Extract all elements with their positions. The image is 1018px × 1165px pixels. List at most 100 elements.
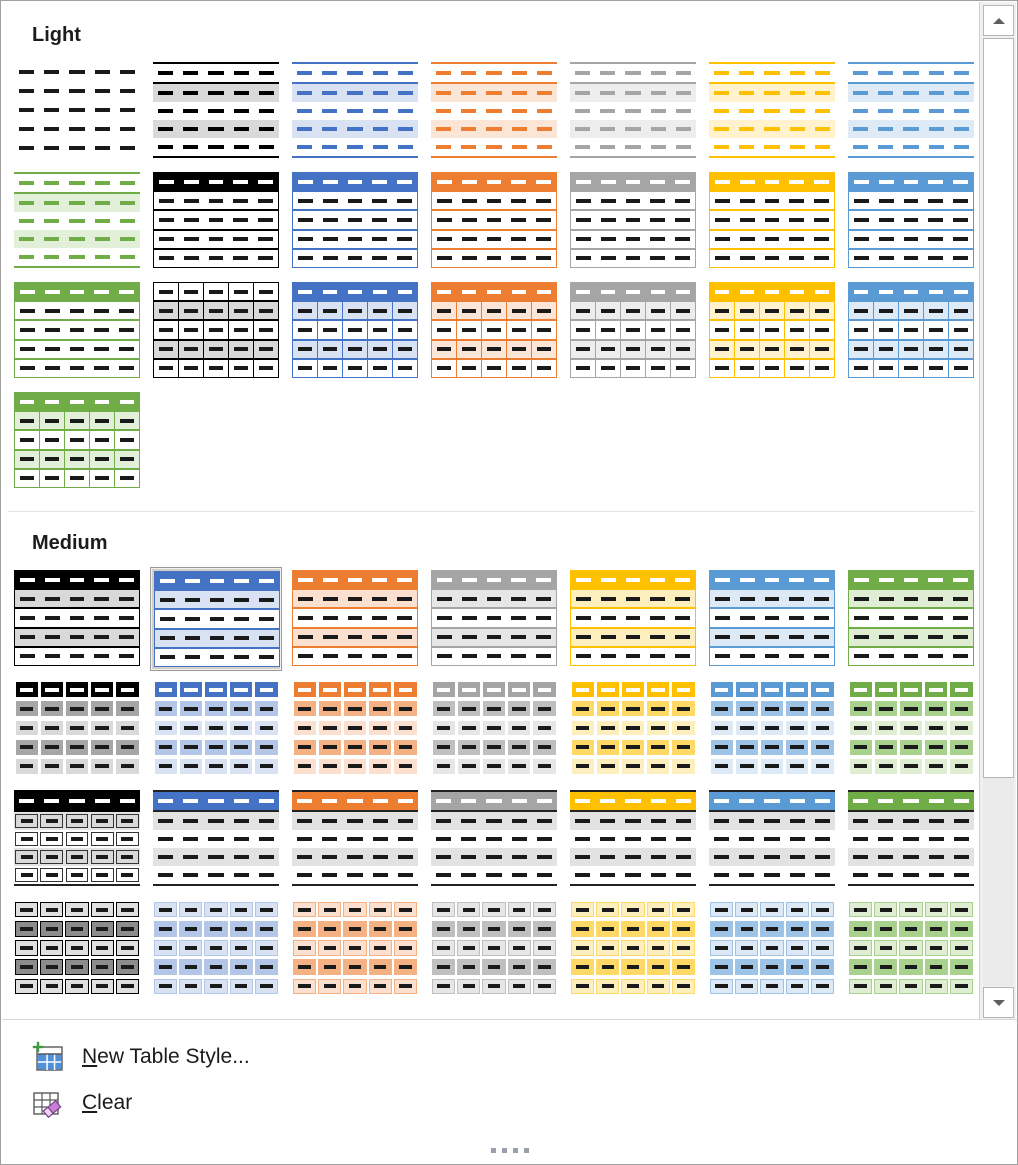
table-style-thumbnail[interactable] [150, 787, 282, 891]
cell-dash [209, 984, 223, 989]
table-style-thumbnail[interactable] [706, 897, 838, 1001]
table-style-thumbnail[interactable] [150, 677, 282, 781]
cell-dash [19, 255, 35, 259]
cell-dash [96, 907, 109, 912]
thumb-cell [785, 866, 810, 884]
thumb-cell [293, 231, 318, 248]
table-style-thumbnail[interactable] [706, 567, 838, 671]
table-style-thumbnail[interactable] [567, 279, 699, 383]
thumb-cell [456, 848, 481, 866]
table-style-thumbnail[interactable] [567, 787, 699, 891]
table-style-thumbnail[interactable] [706, 279, 838, 383]
clear-command[interactable]: Clear [2, 1080, 1017, 1126]
table-style-thumbnail[interactable] [289, 787, 421, 891]
table-style-thumbnail[interactable] [150, 169, 282, 273]
scroll-down-arrow-icon[interactable] [983, 987, 1014, 1018]
table-style-thumbnail[interactable] [289, 567, 421, 671]
table-styles-scroll-region[interactable]: Light Medium [2, 2, 981, 1021]
table-style-thumbnail[interactable] [567, 59, 699, 163]
table-style-thumbnail[interactable] [11, 897, 143, 1001]
cell-dash [903, 289, 919, 294]
cell-dash [437, 946, 450, 950]
table-style-thumbnail[interactable] [567, 567, 699, 671]
thumb-cell [482, 609, 507, 626]
table-style-thumbnail[interactable] [289, 279, 421, 383]
thumb-row [848, 358, 974, 379]
thumb-cell-box [532, 920, 556, 937]
thumb-cell [759, 120, 784, 138]
table-style-thumbnail[interactable] [428, 787, 560, 891]
table-style-thumbnail[interactable] [845, 897, 977, 1001]
thumb-cell [596, 629, 621, 646]
table-style-thumbnail[interactable] [428, 279, 560, 383]
resize-grip[interactable] [2, 1148, 1017, 1153]
table-style-thumbnail[interactable] [845, 279, 977, 383]
table-style-thumbnail[interactable] [150, 897, 282, 1001]
thumb-cell [432, 341, 456, 358]
thumb-row [709, 589, 835, 609]
new-table-style-command[interactable]: New Table Style... [2, 1034, 1017, 1080]
table-style-thumbnail[interactable] [428, 169, 560, 273]
thumb-cell [292, 792, 317, 810]
table-style-thumbnail[interactable] [706, 59, 838, 163]
thumb-cell [849, 648, 874, 665]
table-style-thumbnail[interactable] [289, 897, 421, 1001]
thumb-cell [40, 302, 65, 319]
table-style-thumbnail[interactable] [11, 279, 143, 383]
vertical-scrollbar[interactable] [979, 2, 1016, 1021]
thumb-row [709, 172, 835, 192]
cell-dash [44, 255, 60, 259]
table-style-thumbnail[interactable] [150, 59, 282, 163]
table-style-thumbnail[interactable] [11, 389, 143, 493]
table-style-thumbnail[interactable] [706, 787, 838, 891]
cell-dash [739, 706, 754, 711]
thumb-cell [621, 192, 646, 209]
thumb-row [709, 120, 835, 138]
table-style-thumbnail[interactable] [289, 169, 421, 273]
table-style-thumbnail[interactable] [11, 169, 143, 273]
table-style-thumbnail[interactable] [150, 279, 282, 383]
table-style-thumbnail[interactable] [289, 59, 421, 163]
table-style-thumbnail[interactable] [567, 169, 699, 273]
thumb-cell-box [760, 959, 784, 976]
thumb-cell [292, 738, 317, 757]
table-style-thumbnail[interactable] [845, 787, 977, 891]
thumb-cell [204, 250, 229, 267]
table-style-thumbnail[interactable] [11, 677, 143, 781]
thumb-cell [507, 64, 532, 82]
table-style-thumbnail[interactable] [845, 169, 977, 273]
table-style-thumbnail[interactable] [11, 787, 143, 891]
table-style-thumbnail[interactable] [428, 677, 560, 781]
table-style-thumbnail[interactable] [428, 567, 560, 671]
thumb-cell-box [533, 701, 556, 717]
thumb-cell [873, 812, 898, 830]
table-style-thumbnail[interactable] [845, 677, 977, 781]
cell-dash [69, 289, 85, 294]
thumb-cell-box [65, 832, 89, 846]
thumb-row [292, 830, 418, 848]
table-style-thumbnail[interactable] [428, 59, 560, 163]
table-style-thumbnail[interactable] [150, 567, 282, 671]
thumb-row [431, 848, 557, 866]
table-style-thumbnail[interactable] [706, 169, 838, 273]
cell-dash [347, 237, 363, 242]
table-style-thumbnail[interactable] [428, 897, 560, 1001]
table-style-thumbnail[interactable] [11, 59, 143, 163]
thumb-cell-box [925, 682, 948, 698]
table-style-thumbnail[interactable] [11, 567, 143, 671]
scroll-up-arrow-icon[interactable] [983, 5, 1014, 36]
cell-dash [600, 837, 616, 841]
thumb-row [153, 320, 279, 340]
table-style-thumbnail[interactable] [289, 677, 421, 781]
cell-dash [44, 219, 60, 223]
table-style-thumbnail[interactable] [567, 677, 699, 781]
table-style-thumbnail[interactable] [845, 567, 977, 671]
cell-dash [119, 366, 135, 371]
thumb-cell [924, 958, 949, 977]
table-style-thumbnail[interactable] [845, 59, 977, 163]
table-style-thumbnail[interactable] [706, 677, 838, 781]
table-style-thumbnail[interactable] [567, 897, 699, 1001]
thumb-cell [64, 174, 89, 192]
scrollbar-thumb[interactable] [983, 38, 1014, 778]
thumb-cell [155, 630, 180, 647]
